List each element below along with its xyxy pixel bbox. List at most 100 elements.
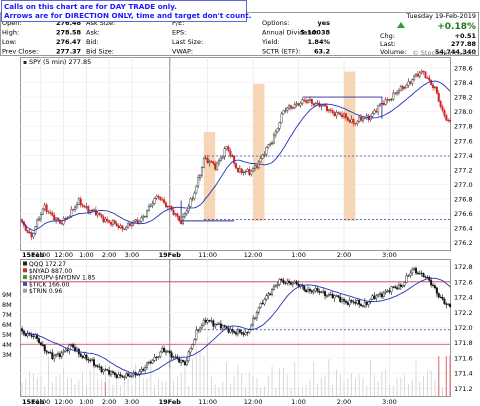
candle-body <box>45 350 48 353</box>
x-tick-label: 1:00 <box>291 398 306 406</box>
candle-body <box>415 268 418 274</box>
candle-body <box>208 160 211 164</box>
candle-body <box>140 217 143 222</box>
candle-body <box>396 287 399 290</box>
candle-body <box>83 205 86 208</box>
candle-body <box>422 71 425 73</box>
y-tick-label: 172.2 <box>454 309 473 317</box>
candle-body <box>238 168 241 173</box>
y-tick-label: 172.8 <box>454 263 473 271</box>
candle-body <box>282 279 285 284</box>
candle-body <box>244 171 247 173</box>
candle-body <box>354 123 357 125</box>
candle-body <box>110 371 113 375</box>
candle-body <box>159 196 162 200</box>
candle-body <box>161 348 164 353</box>
candle-body <box>85 206 88 208</box>
candle-body <box>386 99 389 101</box>
x-tick-label: 3:00 <box>125 398 140 406</box>
candle-body <box>79 353 82 357</box>
candle-body <box>382 292 385 298</box>
candle-body <box>250 170 253 175</box>
candle-body <box>164 202 167 208</box>
candle-body <box>100 214 103 218</box>
stock-chart: Open: 276.48 Ask Size: P/E: Options: yesHigh:… <box>0 12 479 406</box>
candle-body <box>161 199 164 201</box>
candle-body <box>390 99 393 101</box>
y-tick-label: 277.4 <box>454 152 473 160</box>
candle-body <box>250 324 253 330</box>
candle-body <box>123 376 126 378</box>
candle-body <box>229 150 232 157</box>
candle-body <box>274 285 277 287</box>
left-volume-tick: 8M <box>2 301 12 309</box>
candle-body <box>363 301 366 307</box>
candle-body <box>119 225 122 228</box>
candle-body <box>382 103 385 105</box>
candle-body <box>413 75 416 80</box>
candle-body <box>399 284 402 287</box>
candle-body <box>278 122 281 129</box>
x-tick-label: 19Feb <box>159 398 182 406</box>
candle-body <box>371 295 374 300</box>
candle-body <box>212 320 215 327</box>
y-tick-label: 278.6 <box>454 64 473 72</box>
candle-body <box>430 280 433 286</box>
candle-body <box>51 212 54 216</box>
candle-body <box>104 218 107 223</box>
candle-body <box>210 320 213 322</box>
candle-body <box>83 354 86 358</box>
candle-body <box>189 348 192 353</box>
candle-body <box>157 356 160 358</box>
trade-note-line-1: Calls on this chart are for DAY TRADE on… <box>4 2 177 11</box>
candle-body <box>128 375 131 377</box>
candle-body <box>375 110 378 113</box>
candle-body <box>379 293 382 295</box>
candle-body <box>92 209 95 211</box>
candle-body <box>55 354 58 357</box>
x-tick-label: 12:00 <box>244 251 263 259</box>
candle-body <box>308 289 311 291</box>
candle-body <box>335 112 338 117</box>
candle-body <box>339 296 342 302</box>
candle-body <box>437 92 440 102</box>
candle-body <box>51 352 54 360</box>
y-tick-label: 171.8 <box>454 339 473 347</box>
candle-body <box>447 303 450 305</box>
candle-body <box>257 161 260 168</box>
y-tick-label: 277.6 <box>454 137 473 145</box>
highlight-band <box>344 71 356 221</box>
candle-body <box>26 230 29 233</box>
quote-label: EPS: <box>172 29 186 37</box>
candle-body <box>108 370 111 375</box>
quote-value: 278.58 <box>56 29 82 37</box>
candle-body <box>64 349 67 352</box>
candle-body <box>350 119 353 123</box>
candle-body <box>233 331 236 333</box>
y-tick-label: 277.8 <box>454 123 473 131</box>
candle-body <box>56 217 59 221</box>
candle-body <box>331 110 334 113</box>
candle-body <box>361 118 364 121</box>
candle-body <box>72 209 75 211</box>
candle-body <box>244 332 247 335</box>
candle-body <box>424 71 427 79</box>
candle-body <box>392 92 395 100</box>
candle-body <box>343 299 346 302</box>
candle-body <box>418 72 421 77</box>
candle-body <box>276 128 279 133</box>
candle-body <box>361 305 364 307</box>
candle-body <box>416 73 419 77</box>
candle-body <box>119 374 122 377</box>
candle-body <box>430 80 433 85</box>
y-tick-label: 171.2 <box>454 385 473 393</box>
quote-label: Bid Size: <box>86 48 114 56</box>
y-tick-label: 171.6 <box>454 354 473 362</box>
candle-body <box>284 110 287 112</box>
candle-body <box>113 220 116 224</box>
candle-body <box>269 143 272 146</box>
highlight-band <box>203 132 216 221</box>
candle-body <box>379 103 382 106</box>
candle-body <box>365 301 368 305</box>
candle-body <box>153 198 156 204</box>
